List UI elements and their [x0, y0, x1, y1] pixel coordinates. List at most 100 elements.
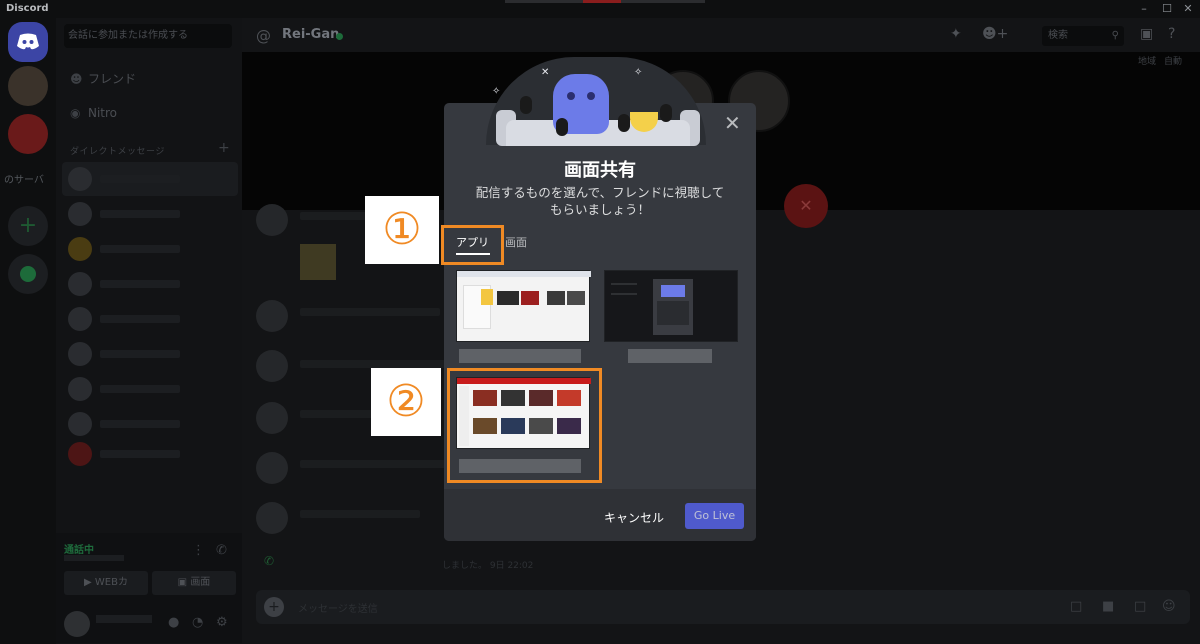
sparkle-icon: ✕	[541, 67, 550, 78]
mascot-eye	[587, 92, 595, 100]
region-value[interactable]: 自動	[1164, 54, 1182, 67]
minimize-icon[interactable]: –	[1134, 1, 1154, 17]
gift-icon[interactable]: □	[1070, 599, 1082, 614]
step-2-callout: ②	[371, 368, 441, 436]
system-message: しました。 9日 22:02	[442, 561, 534, 571]
step-2-highlight	[447, 368, 602, 483]
message-text	[300, 460, 450, 468]
inbox-icon[interactable]: ▣	[1140, 26, 1153, 42]
header-search-input[interactable]: 検索 ⚲	[1042, 26, 1124, 46]
nitro-icon: ◉	[70, 106, 81, 120]
cancel-button[interactable]: キャンセル	[604, 509, 664, 526]
dm-avatar[interactable]	[68, 307, 92, 331]
user-avatar[interactable]	[64, 611, 90, 637]
source-label	[628, 349, 712, 363]
dm-name	[100, 420, 180, 428]
maximize-icon[interactable]: ☐	[1157, 1, 1177, 17]
voice-status: 通話中	[64, 545, 94, 556]
dm-avatar[interactable]	[68, 202, 92, 226]
dm-name	[100, 450, 180, 458]
dm-avatar[interactable]	[68, 167, 92, 191]
server-icon[interactable]	[8, 114, 48, 154]
call-icon: ✆	[264, 554, 275, 568]
mascot-eye	[567, 92, 575, 100]
composer-placeholder: メッセージを送信	[298, 604, 378, 615]
pin-icon[interactable]: ✦	[950, 26, 962, 42]
user-name	[96, 615, 152, 623]
dm-header: ダイレクトメッセージ	[70, 147, 165, 157]
server-icon[interactable]	[8, 66, 48, 106]
add-friend-icon[interactable]: ☻+	[982, 26, 1008, 42]
gif-icon[interactable]: ■	[1102, 599, 1114, 614]
noise-suppression-icon[interactable]: ⋮	[192, 543, 205, 558]
dm-avatar[interactable]	[68, 237, 92, 261]
disconnect-icon[interactable]: ✆	[216, 543, 227, 558]
microphone-icon[interactable]: ●	[168, 615, 179, 630]
new-dm-icon[interactable]: +	[218, 140, 230, 156]
discord-window: Discord – ☐ ✕ のサーバ + 会話に参加または作成する ☻ フレンド …	[0, 0, 1200, 644]
sparkle-icon: ✧	[634, 67, 643, 78]
message-composer[interactable]: + メッセージを送信 □ ■ □ ☺	[256, 590, 1190, 624]
emoji-icon[interactable]: ☺	[1162, 599, 1176, 614]
message-avatar[interactable]	[256, 402, 288, 434]
screen-share-button[interactable]: ▣ 画面	[152, 571, 236, 595]
conversation-search[interactable]: 会話に参加または作成する	[64, 24, 232, 48]
end-call-button[interactable]: ✕	[784, 184, 828, 228]
add-server-icon[interactable]: +	[8, 206, 48, 246]
dm-name	[100, 350, 180, 358]
step-1-highlight	[441, 225, 504, 265]
dm-avatar[interactable]	[68, 377, 92, 401]
home-button[interactable]	[8, 22, 48, 62]
modal-close-icon[interactable]: ✕	[724, 113, 741, 133]
dm-avatar[interactable]	[68, 342, 92, 366]
character-figure	[556, 118, 568, 136]
dm-name	[100, 175, 180, 183]
go-live-button[interactable]: Go Live	[685, 503, 744, 529]
dm-name	[100, 385, 180, 393]
server-rail: のサーバ +	[0, 18, 56, 644]
message-avatar[interactable]	[256, 502, 288, 534]
source-thumbnail[interactable]	[456, 270, 591, 342]
dm-avatar[interactable]	[68, 272, 92, 296]
close-window-icon[interactable]: ✕	[1178, 1, 1198, 17]
message-avatar[interactable]	[256, 452, 288, 484]
dm-name	[100, 280, 180, 288]
channel-name: Rei-Gan	[282, 27, 340, 42]
help-icon[interactable]: ?	[1168, 26, 1175, 42]
settings-gear-icon[interactable]: ⚙	[216, 615, 228, 630]
discord-logo-icon	[17, 33, 39, 50]
headphones-icon[interactable]: ◔	[192, 615, 203, 630]
title-bar: Discord – ☐ ✕	[0, 0, 1200, 18]
character-figure	[660, 104, 672, 122]
webcam-button[interactable]: ▶ WEBカ	[64, 571, 148, 595]
region-label: 地域	[1138, 57, 1157, 67]
message-avatar[interactable]	[256, 300, 288, 332]
nav-nitro[interactable]: ◉ Nitro	[70, 106, 117, 120]
dm-avatar[interactable]	[68, 412, 92, 436]
modal-title: 画面共有	[564, 160, 636, 181]
server-label: のサーバ	[4, 175, 44, 186]
dm-sidebar: 会話に参加または作成する ☻ フレンド ◉ Nitro ダイレクトメッセージ + 通…	[56, 18, 242, 644]
online-status-dot	[336, 33, 343, 40]
character-figure	[520, 96, 532, 114]
sticker-icon[interactable]: □	[1134, 599, 1146, 614]
friends-icon: ☻	[70, 72, 83, 86]
source-label	[459, 349, 581, 363]
attach-icon[interactable]: +	[264, 597, 284, 617]
message-text	[300, 308, 440, 316]
message-attachment[interactable]	[300, 244, 336, 280]
dm-avatar[interactable]	[68, 442, 92, 466]
message-avatar[interactable]	[256, 204, 288, 236]
message-text	[300, 360, 460, 368]
tab-screens[interactable]: 画面	[505, 234, 527, 250]
message-avatar[interactable]	[256, 350, 288, 382]
message-text	[300, 510, 420, 518]
source-thumbnail[interactable]	[604, 270, 738, 342]
dm-name	[100, 245, 180, 253]
nav-friends[interactable]: ☻ フレンド	[70, 70, 136, 87]
app-title: Discord	[6, 3, 49, 14]
dm-name	[100, 210, 180, 218]
explore-servers-icon[interactable]	[8, 254, 48, 294]
modal-description: 配信するものを選んで、フレンドに視聴してもらいましょう！	[475, 185, 725, 217]
at-icon: @	[256, 27, 271, 45]
